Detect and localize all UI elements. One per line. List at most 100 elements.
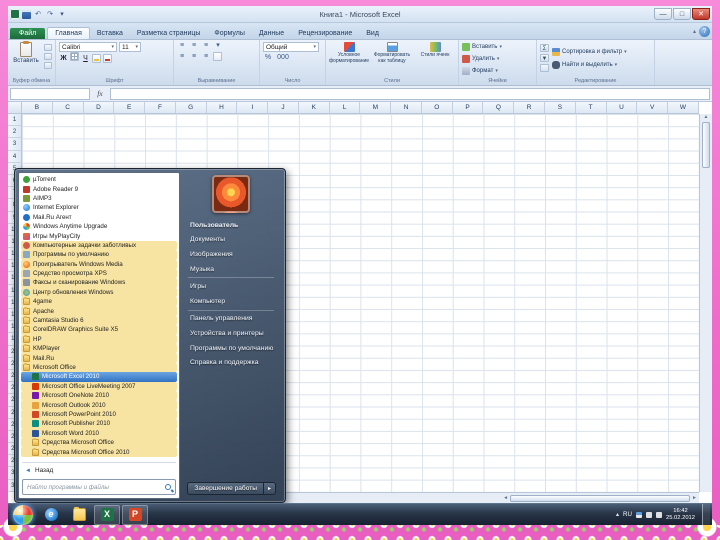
tab-Разметка страницы[interactable]: Разметка страницы xyxy=(130,28,208,39)
column-header-F[interactable]: F xyxy=(145,102,176,113)
start-right-item[interactable]: Справка и поддержка xyxy=(186,355,276,370)
taskbar-clock[interactable]: 16:42 25.02.2012 xyxy=(666,508,695,522)
format-cells-button[interactable]: Формат ▾ xyxy=(462,66,502,76)
column-header-Q[interactable]: Q xyxy=(483,102,515,113)
format-painter-icon[interactable] xyxy=(44,62,52,69)
start-program-item[interactable]: Средство просмотра XPS xyxy=(21,268,177,279)
save-icon[interactable] xyxy=(22,9,31,19)
select-all-corner[interactable] xyxy=(8,102,22,114)
minimize-ribbon-icon[interactable]: ▴ xyxy=(693,28,696,35)
excel-titlebar[interactable]: ↶ ↷ ▾ Книга1 - Microsoft Excel — □ ✕ xyxy=(8,6,712,23)
fill-icon[interactable]: ▼ xyxy=(540,54,549,62)
formula-input[interactable] xyxy=(110,87,710,100)
start-program-item[interactable]: Microsoft PowerPoint 2010 xyxy=(21,409,177,420)
start-right-item[interactable]: Устройства и принтеры xyxy=(186,326,276,341)
start-program-item[interactable]: Microsoft Word 2010 xyxy=(21,428,177,438)
scroll-left-icon[interactable]: ◄ xyxy=(503,495,508,501)
start-program-item[interactable]: CorelDRAW Graphics Suite X5 xyxy=(21,325,177,335)
row-header-2[interactable]: 2 xyxy=(8,126,21,139)
row-header-3[interactable]: 3 xyxy=(8,138,21,151)
column-header-K[interactable]: K xyxy=(298,102,330,113)
comma-style-icon[interactable]: 000 xyxy=(275,54,291,62)
start-right-item[interactable]: Компьютер xyxy=(186,294,276,309)
column-header-C[interactable]: C xyxy=(52,102,84,113)
column-header-D[interactable]: D xyxy=(83,102,115,113)
insert-cells-button[interactable]: Вставить ▾ xyxy=(462,42,502,52)
font-name-select[interactable]: Calibri ▾ xyxy=(59,42,117,52)
action-center-icon[interactable] xyxy=(635,511,642,518)
column-header-S[interactable]: S xyxy=(545,102,576,113)
column-header-T[interactable]: T xyxy=(575,102,607,113)
align-right-icon[interactable]: ≡ xyxy=(201,53,211,61)
column-header-I[interactable]: I xyxy=(237,102,269,113)
qat-customize-icon[interactable]: ▾ xyxy=(57,10,67,18)
scroll-right-icon[interactable]: ► xyxy=(692,495,697,501)
start-program-item[interactable]: KMPlayer xyxy=(21,344,177,354)
scroll-up-icon[interactable]: ▲ xyxy=(700,114,712,120)
find-select-button[interactable]: Найти и выделить ▾ xyxy=(552,59,627,70)
maximize-button[interactable]: □ xyxy=(673,8,691,20)
tab-Вид[interactable]: Вид xyxy=(359,28,386,39)
start-program-item[interactable]: Компьютерные задачки заботливых xyxy=(21,240,177,251)
column-header-B[interactable]: B xyxy=(22,102,53,113)
paste-button[interactable]: Вставить xyxy=(11,41,41,76)
start-program-item[interactable]: Apache xyxy=(21,306,177,316)
start-program-item[interactable]: Microsoft Publisher 2010 xyxy=(21,419,177,429)
shutdown-options-icon[interactable]: ▸ xyxy=(262,482,276,495)
start-search-box[interactable]: Найти программы и файлы xyxy=(22,479,176,495)
column-header-L[interactable]: L xyxy=(329,102,361,113)
cut-icon[interactable] xyxy=(44,44,52,51)
taskbar-button-internet-explorer[interactable]: e xyxy=(38,505,64,525)
start-right-item[interactable]: Пользователь xyxy=(186,218,276,233)
start-program-item[interactable]: HP xyxy=(21,334,177,345)
user-avatar[interactable] xyxy=(212,175,250,213)
start-program-item[interactable]: Microsoft Outlook 2010 xyxy=(21,400,177,410)
percent-style-icon[interactable]: % xyxy=(263,54,273,62)
font-size-select[interactable]: 11 ▾ xyxy=(119,42,141,52)
help-icon[interactable]: ? xyxy=(699,26,710,37)
horizontal-scroll-thumb[interactable] xyxy=(510,494,691,502)
start-program-item[interactable]: Camtasia Studio 6 xyxy=(21,315,177,326)
conditional-formatting-button[interactable]: Условное форматирование xyxy=(329,42,369,76)
cell-styles-button[interactable]: Стили ячеек xyxy=(415,42,455,76)
start-right-item[interactable]: Игры xyxy=(186,279,276,294)
column-header-O[interactable]: O xyxy=(421,102,453,113)
borders-icon[interactable] xyxy=(70,52,79,61)
column-header-W[interactable]: W xyxy=(668,102,699,113)
column-header-R[interactable]: R xyxy=(514,102,546,113)
tab-Рецензирование[interactable]: Рецензирование xyxy=(291,28,359,39)
sort-filter-button[interactable]: Сортировка и фильтр ▾ xyxy=(552,46,627,57)
fill-color-icon[interactable] xyxy=(92,54,101,63)
start-right-item[interactable]: Документы xyxy=(186,233,276,248)
language-indicator[interactable]: RU xyxy=(623,511,632,518)
bold-button[interactable]: Ж xyxy=(59,55,68,62)
insert-function-icon[interactable]: fx xyxy=(93,89,107,98)
format-as-table-button[interactable]: Форматировать как таблицу xyxy=(372,42,412,76)
column-header-G[interactable]: G xyxy=(175,102,207,113)
underline-button[interactable]: Ч xyxy=(81,55,90,62)
start-right-item[interactable]: Изображения xyxy=(186,247,276,262)
tab-Главная[interactable]: Главная xyxy=(47,27,90,39)
font-color-icon[interactable] xyxy=(103,54,112,63)
tab-Формулы[interactable]: Формулы xyxy=(207,28,251,39)
start-right-item[interactable]: Программы по умолчанию xyxy=(186,341,276,356)
network-icon[interactable] xyxy=(645,511,652,518)
autosum-icon[interactable]: Σ xyxy=(540,44,549,52)
align-middle-icon[interactable]: ≡ xyxy=(189,42,199,50)
copy-icon[interactable] xyxy=(44,53,52,60)
show-desktop-button[interactable] xyxy=(702,503,710,525)
close-button[interactable]: ✕ xyxy=(692,8,710,20)
undo-icon[interactable]: ↶ xyxy=(33,10,43,18)
clear-icon[interactable] xyxy=(540,64,549,72)
column-header-H[interactable]: H xyxy=(206,102,238,113)
taskbar-button-windows-explorer[interactable] xyxy=(66,505,92,525)
start-program-item[interactable]: Windows Anytime Upgrade xyxy=(21,222,177,231)
hidden-icons-icon[interactable]: ▴ xyxy=(616,511,619,518)
start-program-item[interactable]: Mail.Ru xyxy=(21,353,177,363)
start-program-item[interactable]: Microsoft OneNote 2010 xyxy=(21,390,177,401)
start-program-item[interactable]: Mail.Ru Агент xyxy=(21,213,177,222)
align-top-icon[interactable]: ≡ xyxy=(177,42,187,50)
taskbar-button-excel[interactable]: X xyxy=(94,504,120,525)
start-right-item[interactable]: Музыка xyxy=(186,262,276,277)
taskbar-button-powerpoint[interactable]: P xyxy=(122,504,148,525)
